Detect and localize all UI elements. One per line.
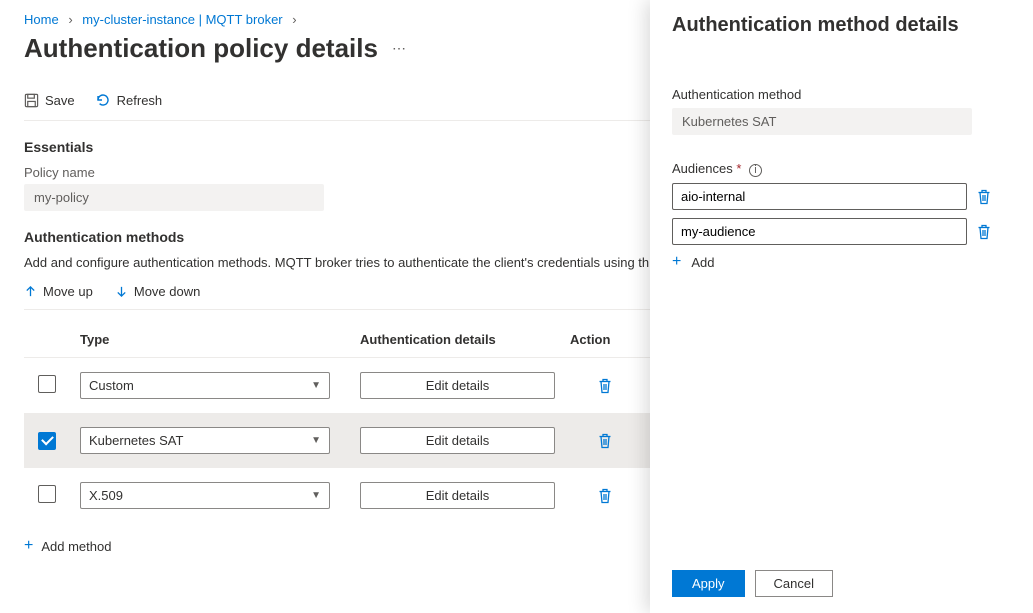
move-up-label: Move up bbox=[43, 284, 93, 299]
chevron-down-icon: ▼ bbox=[311, 490, 321, 501]
edit-details-button[interactable]: Edit details bbox=[360, 372, 555, 399]
apply-button[interactable]: Apply bbox=[672, 570, 745, 597]
col-action: Action bbox=[570, 332, 640, 347]
table-row: X.509 ▼ Edit details bbox=[24, 468, 650, 523]
arrow-down-icon bbox=[115, 285, 128, 298]
trash-icon bbox=[598, 378, 612, 394]
page-title: Authentication policy details bbox=[24, 33, 378, 64]
trash-icon bbox=[598, 488, 612, 504]
type-dropdown[interactable]: Custom ▼ bbox=[80, 372, 330, 399]
type-dropdown[interactable]: X.509 ▼ bbox=[80, 482, 330, 509]
add-audience-button[interactable]: + Add bbox=[672, 253, 1011, 271]
type-value: X.509 bbox=[89, 488, 123, 503]
chevron-right-icon: › bbox=[292, 12, 296, 27]
audiences-label: Audiences * i bbox=[672, 161, 1011, 177]
cancel-button[interactable]: Cancel bbox=[755, 570, 833, 597]
delete-audience-button[interactable] bbox=[977, 189, 991, 205]
move-up-button[interactable]: Move up bbox=[24, 284, 93, 299]
move-down-label: Move down bbox=[134, 284, 200, 299]
edit-details-button[interactable]: Edit details bbox=[360, 482, 555, 509]
col-type: Type bbox=[80, 332, 360, 347]
refresh-icon bbox=[95, 92, 111, 108]
panel-title: Authentication method details bbox=[672, 14, 1011, 37]
methods-table-header: Type Authentication details Action bbox=[24, 322, 650, 358]
chevron-down-icon: ▼ bbox=[311, 435, 321, 446]
trash-icon bbox=[977, 189, 991, 205]
add-method-label: Add method bbox=[41, 539, 111, 554]
plus-icon: + bbox=[672, 253, 681, 271]
info-icon[interactable]: i bbox=[749, 164, 762, 177]
edit-details-button[interactable]: Edit details bbox=[360, 427, 555, 454]
col-auth: Authentication details bbox=[360, 332, 570, 347]
policy-name-label: Policy name bbox=[24, 165, 650, 180]
trash-icon bbox=[598, 433, 612, 449]
audience-row bbox=[672, 183, 1011, 210]
row-checkbox[interactable] bbox=[38, 432, 56, 450]
page-title-row: Authentication policy details ⋯ bbox=[24, 33, 650, 64]
delete-row-button[interactable] bbox=[570, 378, 640, 394]
audience-row bbox=[672, 218, 1011, 245]
plus-icon: + bbox=[24, 537, 33, 555]
delete-row-button[interactable] bbox=[570, 488, 640, 504]
save-button[interactable]: Save bbox=[24, 92, 75, 108]
delete-row-button[interactable] bbox=[570, 433, 640, 449]
trash-icon bbox=[977, 224, 991, 240]
audience-input[interactable] bbox=[672, 218, 967, 245]
type-value: Kubernetes SAT bbox=[89, 433, 183, 448]
move-down-button[interactable]: Move down bbox=[115, 284, 200, 299]
refresh-label: Refresh bbox=[117, 93, 163, 108]
row-checkbox[interactable] bbox=[38, 485, 56, 503]
reorder-bar: Move up Move down bbox=[24, 284, 650, 310]
breadcrumb-cluster[interactable]: my-cluster-instance | MQTT broker bbox=[82, 12, 282, 27]
chevron-down-icon: ▼ bbox=[311, 380, 321, 391]
table-row: Custom ▼ Edit details bbox=[24, 358, 650, 413]
save-icon bbox=[24, 93, 39, 108]
policy-name-value: my-policy bbox=[24, 184, 324, 211]
table-row: Kubernetes SAT ▼ Edit details bbox=[24, 413, 650, 468]
breadcrumb-home[interactable]: Home bbox=[24, 12, 59, 27]
auth-methods-heading: Authentication methods bbox=[24, 229, 650, 245]
type-value: Custom bbox=[89, 378, 134, 393]
auth-method-value: Kubernetes SAT bbox=[672, 108, 972, 135]
add-method-button[interactable]: + Add method bbox=[24, 537, 650, 555]
type-dropdown[interactable]: Kubernetes SAT ▼ bbox=[80, 427, 330, 454]
command-bar: Save Refresh bbox=[24, 92, 650, 121]
more-icon[interactable]: ⋯ bbox=[392, 40, 406, 57]
panel-footer: Apply Cancel bbox=[672, 570, 833, 597]
main-content: Home › my-cluster-instance | MQTT broker… bbox=[0, 0, 650, 613]
add-audience-label: Add bbox=[691, 255, 714, 270]
row-checkbox[interactable] bbox=[38, 375, 56, 393]
chevron-right-icon: › bbox=[68, 12, 72, 27]
details-panel: Authentication method details Authentica… bbox=[650, 0, 1033, 613]
required-star: * bbox=[736, 161, 741, 176]
refresh-button[interactable]: Refresh bbox=[95, 92, 163, 108]
auth-method-label: Authentication method bbox=[672, 87, 1011, 102]
save-label: Save bbox=[45, 93, 75, 108]
audience-input[interactable] bbox=[672, 183, 967, 210]
essentials-heading: Essentials bbox=[24, 139, 650, 155]
auth-methods-desc: Add and configure authentication methods… bbox=[24, 255, 650, 270]
breadcrumb: Home › my-cluster-instance | MQTT broker… bbox=[24, 12, 650, 27]
arrow-up-icon bbox=[24, 285, 37, 298]
delete-audience-button[interactable] bbox=[977, 224, 991, 240]
